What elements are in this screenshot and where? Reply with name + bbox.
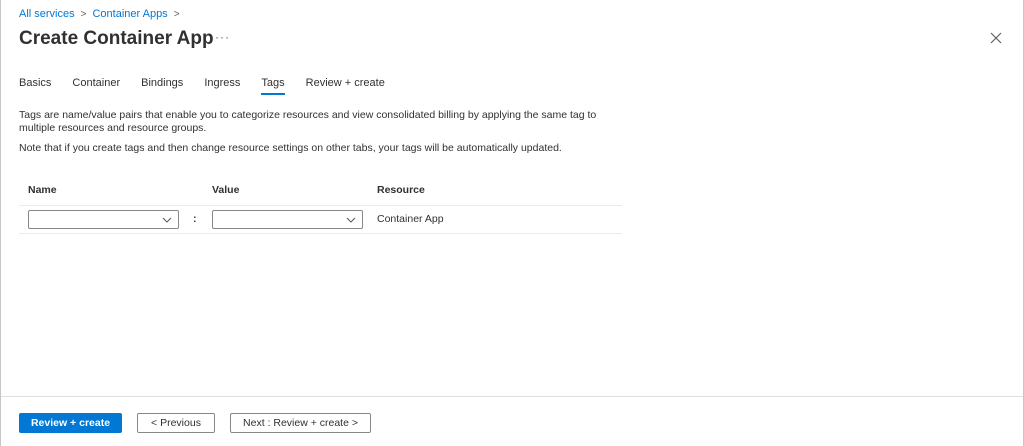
- tags-table: Name Value Resource : Container App: [19, 178, 622, 234]
- tag-name-dropdown[interactable]: [28, 210, 179, 229]
- tab-bindings[interactable]: Bindings: [141, 77, 183, 95]
- next-button[interactable]: Next : Review + create >: [230, 413, 371, 433]
- breadcrumb-separator: >: [80, 8, 87, 20]
- breadcrumb: All services > Container Apps >: [19, 8, 186, 20]
- breadcrumb-container-apps[interactable]: Container Apps: [92, 8, 167, 20]
- column-header-value: Value: [212, 184, 240, 196]
- tags-description: Tags are name/value pairs that enable yo…: [19, 109, 597, 134]
- footer-divider: [1, 396, 1023, 397]
- chevron-down-icon: [162, 217, 172, 223]
- tab-list: Basics Container Bindings Ingress Tags R…: [19, 77, 406, 95]
- page-title: Create Container App: [19, 28, 214, 49]
- tags-update-note: Note that if you create tags and then ch…: [19, 142, 562, 154]
- name-value-separator: :: [193, 213, 197, 225]
- tab-ingress[interactable]: Ingress: [204, 77, 240, 95]
- table-row: : Container App: [19, 206, 622, 234]
- column-header-name: Name: [28, 184, 57, 196]
- tab-review-create[interactable]: Review + create: [306, 77, 385, 95]
- tab-container[interactable]: Container: [72, 77, 120, 95]
- chevron-down-icon: [346, 217, 356, 223]
- tag-value-dropdown[interactable]: [212, 210, 363, 229]
- tab-tags[interactable]: Tags: [261, 77, 285, 95]
- tab-basics[interactable]: Basics: [19, 77, 51, 95]
- previous-button[interactable]: < Previous: [137, 413, 215, 433]
- review-create-button[interactable]: Review + create: [19, 413, 122, 433]
- breadcrumb-separator: >: [173, 8, 180, 20]
- resource-cell: Container App: [377, 213, 444, 225]
- close-icon[interactable]: [988, 30, 1004, 46]
- breadcrumb-all-services[interactable]: All services: [19, 8, 75, 20]
- column-header-resource: Resource: [377, 184, 425, 196]
- more-options-icon[interactable]: ···: [215, 30, 230, 44]
- tags-table-header: Name Value Resource: [19, 178, 622, 206]
